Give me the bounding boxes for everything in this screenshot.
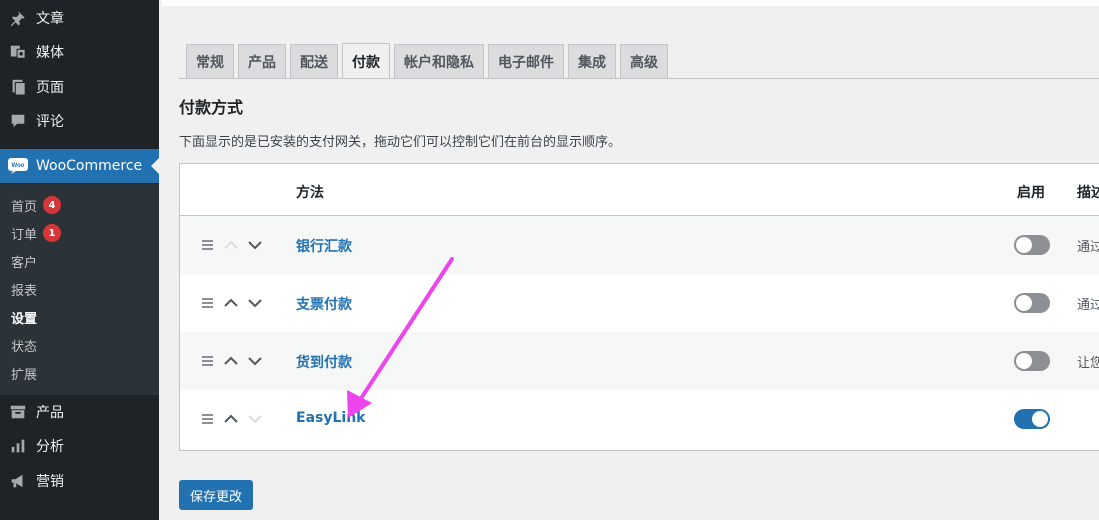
notification-badge: 4	[43, 196, 62, 214]
enable-toggle[interactable]	[1014, 409, 1050, 429]
notification-badge: 1	[43, 224, 62, 242]
submenu-label-customers: 客户	[11, 255, 38, 271]
submenu-item-status[interactable]: 状态	[11, 331, 37, 359]
drag-handle-icon[interactable]	[202, 298, 213, 308]
current-menu-arrow	[151, 158, 159, 174]
method-link[interactable]: 货到付款	[296, 352, 352, 372]
drag-handle-icon[interactable]	[202, 414, 213, 424]
submenu-item-reports[interactable]: 报表	[11, 275, 37, 303]
submenu-label-settings: 设置	[11, 311, 38, 327]
menu-label-marketing: 营销	[36, 474, 64, 490]
tab-integration[interactable]: 集成	[568, 44, 616, 79]
menu-item-marketing[interactable]: 营销	[0, 464, 159, 498]
tab-products[interactable]: 产品	[238, 44, 286, 79]
section-description: 下面显示的是已安装的支付网关，拖动它们可以控制它们在前台的显示顺序。	[179, 135, 622, 150]
table-header: 方法 启用 描述	[180, 164, 1099, 216]
admin-sidebar: 文章 媒体 页面 评论 Woo WooCommerce 首页 4 订单 1 客户…	[0, 0, 159, 520]
menu-label-analytics: 分析	[36, 439, 64, 455]
move-down-icon[interactable]	[246, 236, 264, 254]
move-up-icon[interactable]	[222, 294, 240, 312]
payment-methods-table: 方法 启用 描述 银行汇款 通过 支票付款 通过 货到付款 让您 EasyLin…	[179, 163, 1099, 451]
method-description: 通过	[1077, 240, 1099, 255]
menu-item-woocommerce[interactable]: Woo WooCommerce	[0, 149, 159, 183]
submenu-label-status: 状态	[11, 339, 38, 355]
menu-label-media: 媒体	[36, 45, 64, 61]
main-content: 常规 产品 配送 付款 帐户和隐私 电子邮件 集成 高级 付款方式 下面显示的是…	[159, 0, 1099, 520]
page-icon	[0, 78, 36, 96]
method-link[interactable]: 银行汇款	[296, 236, 352, 256]
tab-payments[interactable]: 付款	[342, 43, 390, 79]
submenu-item-orders[interactable]: 订单 1	[11, 219, 62, 247]
submenu-label-orders: 订单	[11, 227, 38, 243]
woocommerce-submenu: 首页 4 订单 1 客户 报表 设置 状态 扩展	[0, 184, 159, 395]
move-down-icon	[246, 410, 264, 428]
move-up-icon[interactable]	[222, 352, 240, 370]
move-up-icon	[222, 236, 240, 254]
menu-item-media[interactable]: 媒体	[0, 35, 159, 69]
tab-divider	[179, 78, 1099, 79]
table-row: 支票付款 通过	[180, 274, 1099, 332]
tab-emails[interactable]: 电子邮件	[488, 44, 564, 79]
woo-icon: Woo	[0, 157, 36, 175]
method-link[interactable]: 支票付款	[296, 294, 352, 314]
drag-handle-icon[interactable]	[202, 240, 213, 250]
menu-item-pages[interactable]: 页面	[0, 70, 159, 104]
table-row: 货到付款 让您	[180, 332, 1099, 390]
top-strip	[162, 0, 1099, 6]
method-link[interactable]: EasyLink	[296, 410, 365, 426]
menu-label-woocommerce: WooCommerce	[36, 158, 143, 174]
megaphone-icon	[0, 472, 36, 490]
submenu-item-settings[interactable]: 设置	[11, 303, 37, 331]
tab-accounts-privacy[interactable]: 帐户和隐私	[394, 44, 484, 79]
menu-label-posts: 文章	[36, 11, 64, 27]
move-down-icon[interactable]	[246, 352, 264, 370]
section-title: 付款方式	[179, 98, 244, 117]
drag-handle-icon[interactable]	[202, 356, 213, 366]
header-method: 方法	[296, 185, 324, 201]
move-up-icon[interactable]	[222, 410, 240, 428]
woo-icon-text: Woo	[12, 163, 25, 169]
submenu-label-extensions: 扩展	[11, 367, 38, 383]
header-description: 描述	[1077, 185, 1099, 201]
enable-toggle[interactable]	[1014, 351, 1050, 371]
tab-general[interactable]: 常规	[186, 44, 234, 79]
menu-item-analytics[interactable]: 分析	[0, 429, 159, 463]
settings-tabs: 常规 产品 配送 付款 帐户和隐私 电子邮件 集成 高级	[186, 43, 668, 79]
menu-label-products: 产品	[36, 405, 64, 421]
submenu-label-home: 首页	[11, 199, 38, 215]
move-down-icon[interactable]	[246, 294, 264, 312]
menu-label-pages: 页面	[36, 80, 64, 96]
method-description: 让您	[1077, 356, 1099, 371]
menu-item-products[interactable]: 产品	[0, 395, 159, 429]
archive-icon	[0, 403, 36, 421]
menu-item-comments[interactable]: 评论	[0, 104, 159, 138]
menu-item-posts[interactable]: 文章	[0, 1, 159, 35]
table-row: 银行汇款 通过	[180, 216, 1099, 274]
tab-advanced[interactable]: 高级	[620, 44, 668, 79]
submenu-item-home[interactable]: 首页 4	[11, 191, 62, 219]
menu-label-comments: 评论	[36, 114, 64, 130]
table-row: EasyLink	[180, 390, 1099, 448]
pin-icon	[0, 9, 36, 27]
tab-shipping[interactable]: 配送	[290, 44, 338, 79]
comment-icon	[0, 112, 36, 130]
submenu-label-reports: 报表	[11, 283, 38, 299]
method-description: 通过	[1077, 298, 1099, 313]
media-icon	[0, 43, 36, 61]
enable-toggle[interactable]	[1014, 235, 1050, 255]
submenu-item-extensions[interactable]: 扩展	[11, 359, 37, 387]
submenu-item-customers[interactable]: 客户	[11, 247, 37, 275]
enable-toggle[interactable]	[1014, 293, 1050, 313]
save-changes-button[interactable]: 保存更改	[179, 480, 254, 510]
bar-chart-icon	[0, 437, 36, 455]
header-enabled: 启用	[1017, 185, 1045, 201]
